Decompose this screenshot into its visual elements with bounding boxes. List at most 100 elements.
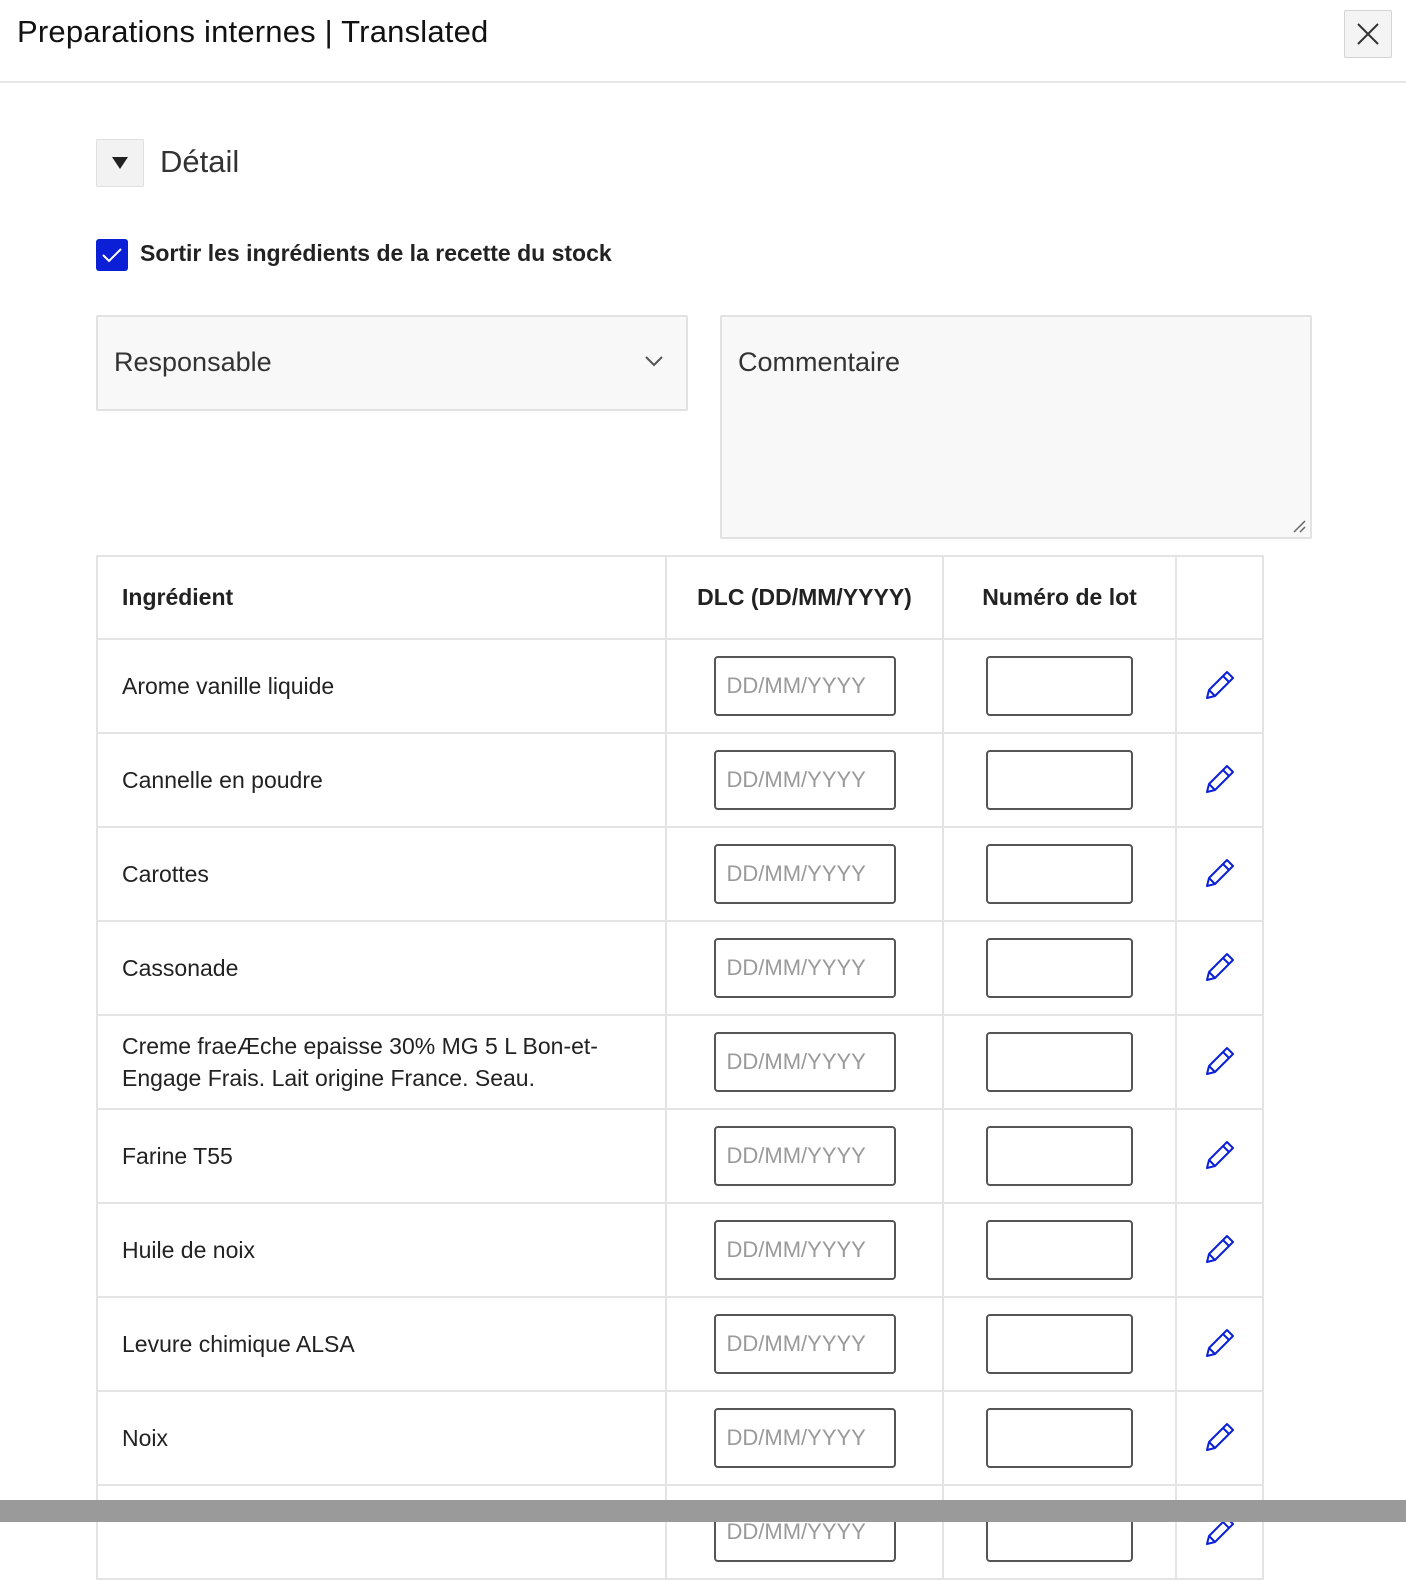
action-cell [1175,732,1264,828]
responsable-select[interactable]: Responsable [96,315,688,411]
pencil-icon [1205,1328,1234,1357]
responsable-label: Responsable [114,347,272,377]
column-header-actions [1175,555,1264,640]
dlc-date-input[interactable] [713,1220,896,1280]
lot-number-input[interactable] [986,844,1133,904]
dlc-date-input[interactable] [713,938,896,998]
column-header-lot: Numéro de lot [942,555,1177,640]
pencil-icon [1205,670,1234,699]
ingredient-label: Levure chimique ALSA [122,1331,355,1357]
table-body: Arome vanille liquide Cannelle en poudre [96,638,1264,1580]
table-row: Creme fraeÆche epaisse 30% MG 5 L Bon-et… [96,1014,1264,1110]
stock-checkbox-label: Sortir les ingrédients de la recette du … [140,240,612,266]
edit-button[interactable] [1200,759,1240,799]
lot-cell [942,638,1177,734]
dlc-cell [665,732,944,828]
ingredient-name: Levure chimique ALSA [96,1296,667,1392]
table-row: Farine T55 [96,1108,1264,1204]
edit-button[interactable] [1200,1229,1240,1269]
ingredient-name: Arome vanille liquide [96,638,667,734]
action-cell [1175,1296,1264,1392]
stock-checkbox[interactable] [96,239,128,271]
ingredient-name: Creme fraeÆche epaisse 30% MG 5 L Bon-et… [96,1014,667,1110]
lot-number-input[interactable] [986,750,1133,810]
dlc-cell [665,1390,944,1486]
table-row: Cannelle en poudre [96,732,1264,828]
ingredient-name: Noix [96,1390,667,1486]
ingredient-name: Cassonade [96,920,667,1016]
lot-number-input[interactable] [986,1126,1133,1186]
action-cell [1175,1108,1264,1204]
commentaire-label: Commentaire [738,347,901,377]
lot-number-input[interactable] [986,1032,1133,1092]
lot-cell [942,1202,1177,1298]
dlc-cell [665,1202,944,1298]
action-cell [1175,1014,1264,1110]
action-cell [1175,1390,1264,1486]
action-cell [1175,638,1264,734]
dlc-date-input[interactable] [713,750,896,810]
action-cell [1175,920,1264,1016]
table-row: Noix [96,1390,1264,1486]
commentaire-textarea[interactable]: Commentaire [720,315,1312,539]
edit-button[interactable] [1200,1417,1240,1457]
ingredient-label: Noix [122,1425,169,1451]
dlc-date-input[interactable] [713,1314,896,1374]
scroll-overlay-bar [0,1500,1406,1522]
dlc-cell [665,1108,944,1204]
lot-number-input[interactable] [986,1408,1133,1468]
section-collapse-button[interactable] [96,139,144,187]
ingredient-name: Carottes [96,826,667,922]
pencil-icon [1205,1422,1234,1451]
lot-cell [942,1014,1177,1110]
lot-number-input[interactable] [986,656,1133,716]
ingredient-label: Carottes [122,861,209,887]
lot-number-input[interactable] [986,1314,1133,1374]
lot-number-input[interactable] [986,938,1133,998]
lot-cell [942,1390,1177,1486]
table-row: Huile de noix [96,1202,1264,1298]
pencil-icon [1205,952,1234,981]
ingredient-name: Huile de noix [96,1202,667,1298]
ingredient-label: Farine T55 [122,1143,233,1169]
edit-button[interactable] [1200,1323,1240,1363]
resize-handle-icon[interactable] [1290,517,1306,533]
column-header-dlc: DLC (DD/MM/YYYY) [665,555,944,640]
pencil-icon [1205,764,1234,793]
pencil-icon [1205,1140,1234,1169]
edit-button[interactable] [1200,665,1240,705]
lot-cell [942,1108,1177,1204]
checkmark-icon [102,248,122,263]
pencil-icon [1205,1046,1234,1075]
close-icon [1357,23,1379,45]
lot-cell [942,1296,1177,1392]
dlc-date-input[interactable] [713,1408,896,1468]
caret-down-icon [112,157,128,169]
close-button[interactable] [1344,10,1392,58]
table-row: Cassonade [96,920,1264,1016]
column-header-ingredient: Ingrédient [96,555,667,640]
edit-button[interactable] [1200,1135,1240,1175]
dlc-date-input[interactable] [713,1126,896,1186]
edit-button[interactable] [1200,853,1240,893]
lot-cell [942,920,1177,1016]
chevron-down-icon [645,356,663,367]
edit-button[interactable] [1200,947,1240,987]
ingredients-table: Ingrédient DLC (DD/MM/YYYY) Numéro de lo… [96,555,1264,1580]
table-row: Levure chimique ALSA [96,1296,1264,1392]
lot-cell [942,732,1177,828]
dlc-date-input[interactable] [713,1032,896,1092]
dlc-date-input[interactable] [713,656,896,716]
section-title: Détail [160,144,240,179]
dlc-date-input[interactable] [713,844,896,904]
modal-title: Preparations internes | Translated [17,14,489,49]
edit-button[interactable] [1200,1041,1240,1081]
pencil-icon [1205,858,1234,887]
dlc-cell [665,638,944,734]
lot-cell [942,826,1177,922]
ingredient-label: Huile de noix [122,1237,255,1263]
lot-number-input[interactable] [986,1220,1133,1280]
dlc-cell [665,1296,944,1392]
ingredient-label: Cannelle en poudre [122,767,323,793]
dlc-cell [665,1014,944,1110]
